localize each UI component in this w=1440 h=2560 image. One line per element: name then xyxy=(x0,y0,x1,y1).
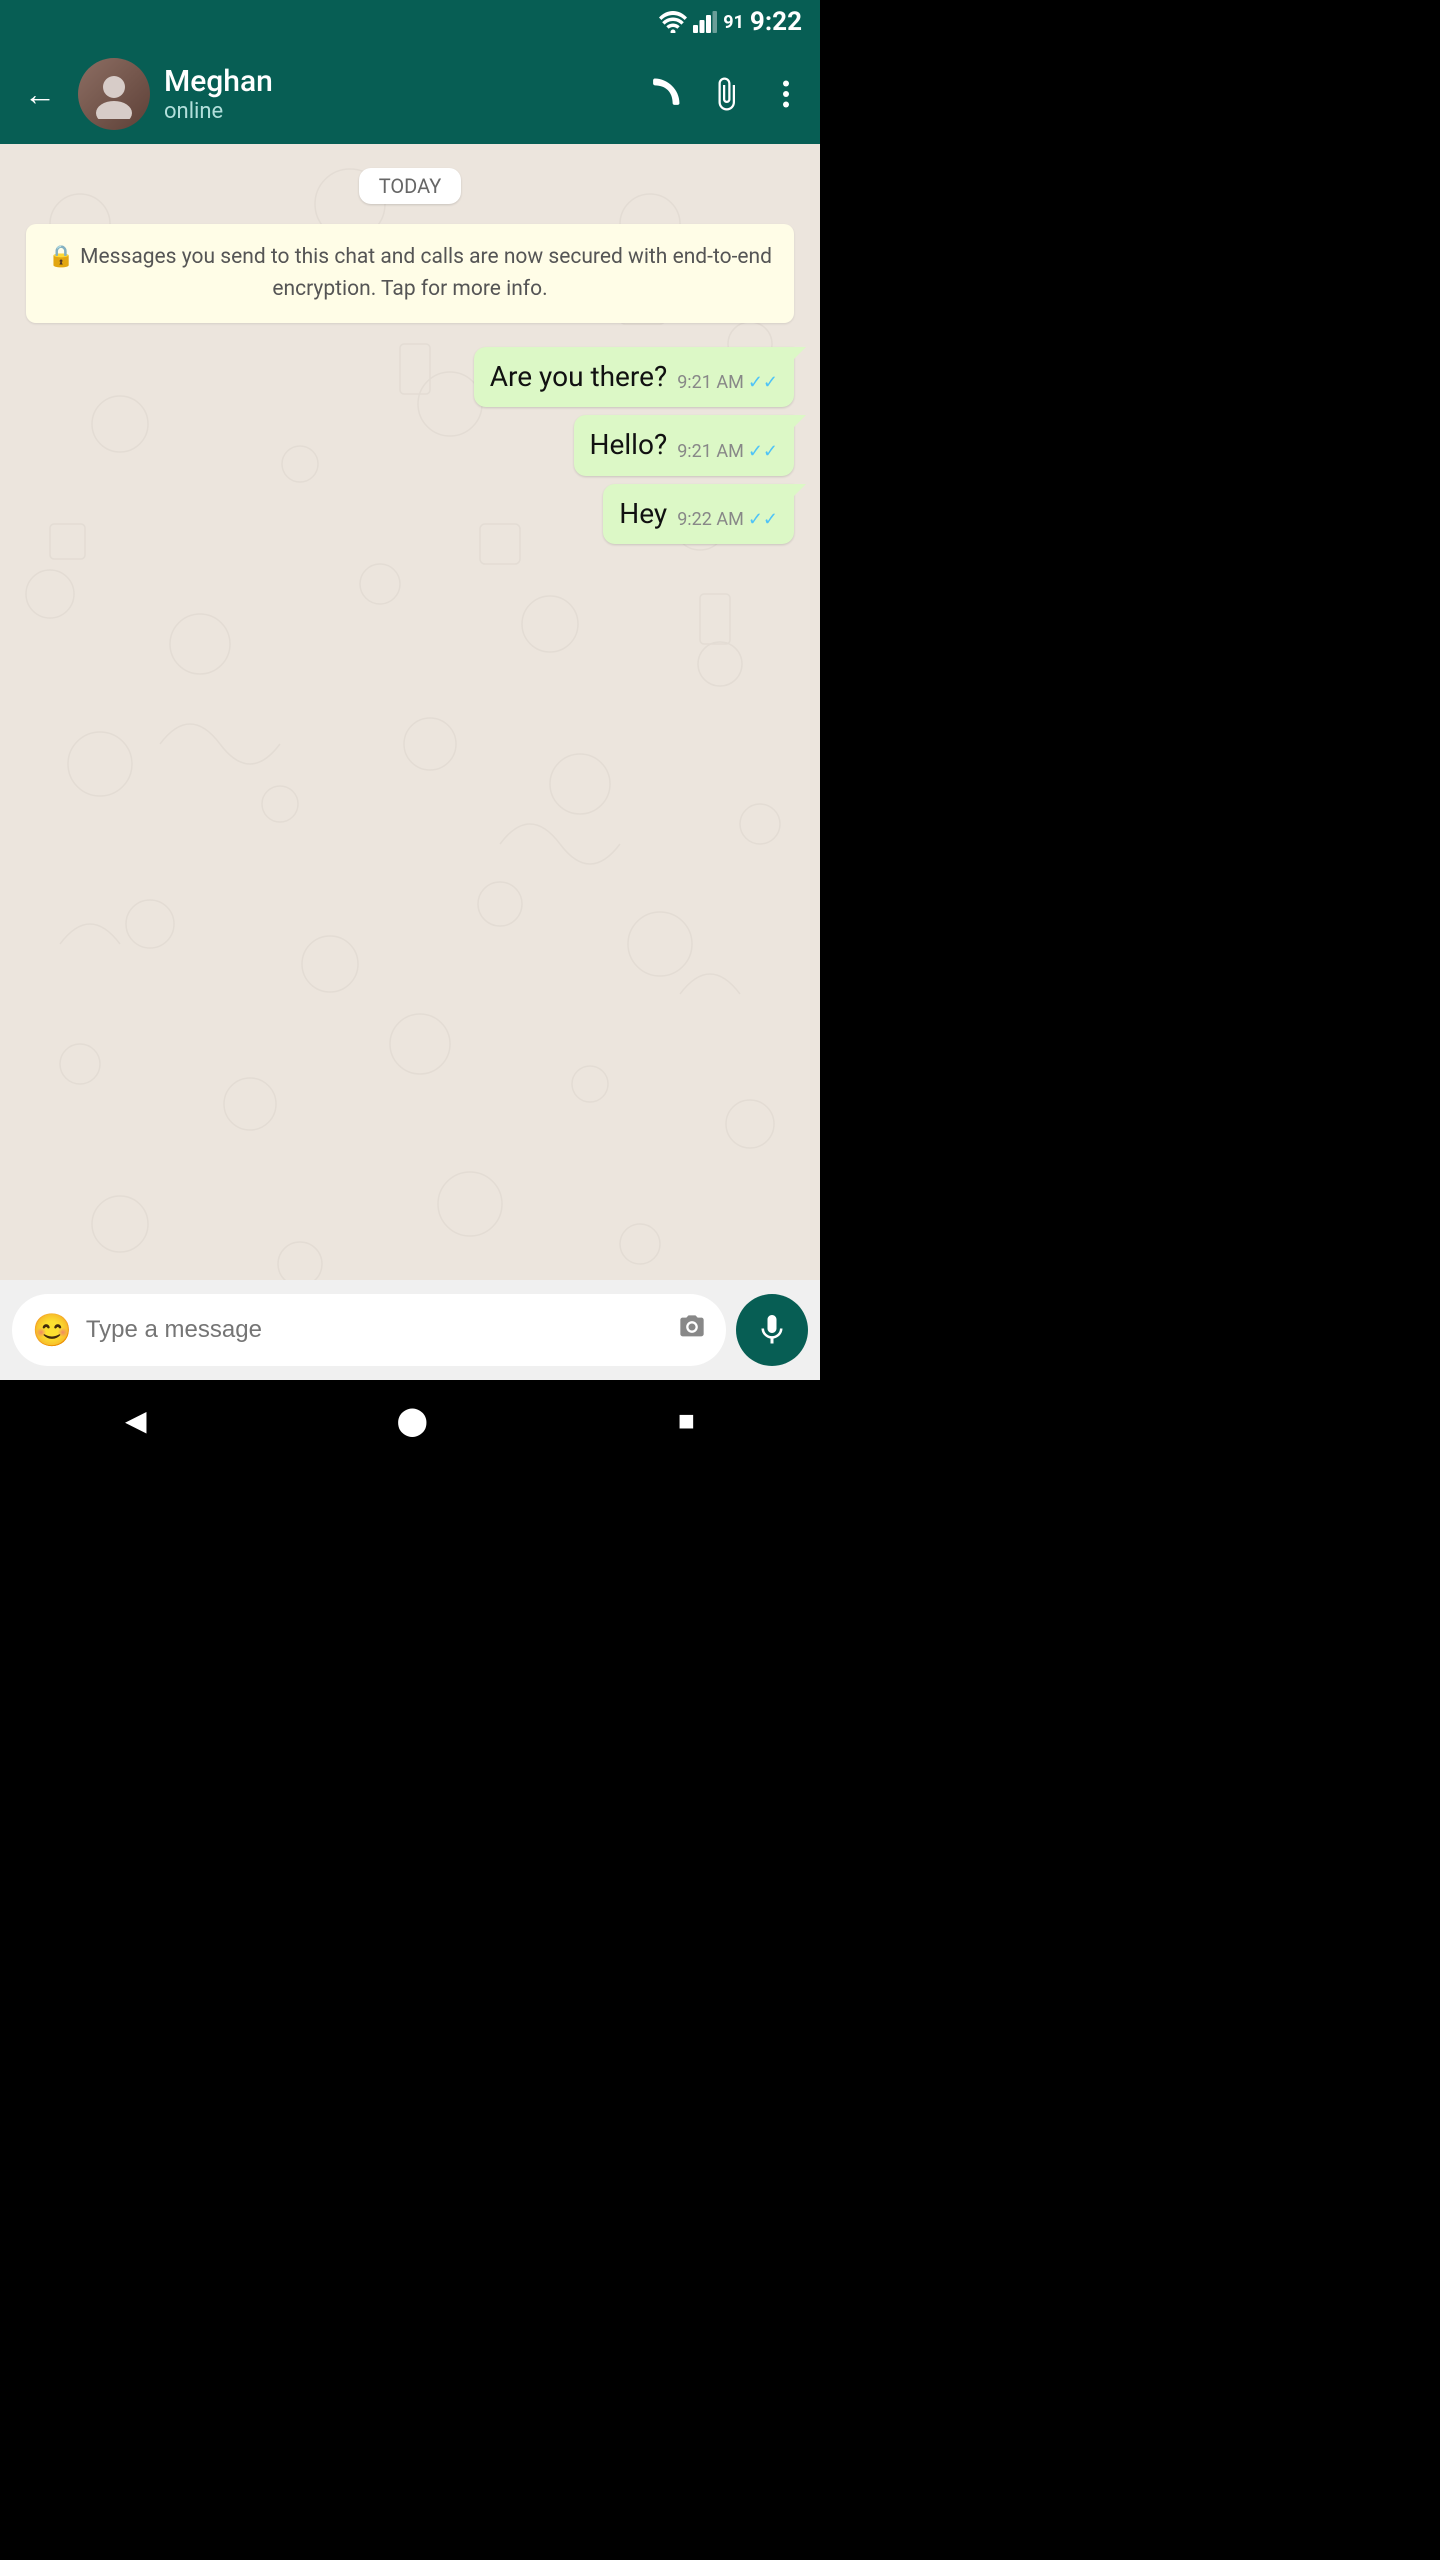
message-bubble-1[interactable]: Are you there? 9:21 AM ✓✓ xyxy=(474,347,794,407)
message-text-2: Hello? xyxy=(590,427,668,463)
message-time-2: 9:21 AM xyxy=(677,441,744,462)
message-time-1: 9:21 AM xyxy=(677,372,744,393)
message-bubble-3[interactable]: Hey 9:22 AM ✓✓ xyxy=(603,484,794,544)
bottom-navigation: ◀ ⬤ ■ xyxy=(0,1380,820,1460)
input-bar: 😊 xyxy=(0,1280,820,1380)
messages-container: Are you there? 9:21 AM ✓✓ Hello? 9:21 AM… xyxy=(16,347,804,544)
contact-name: Meghan xyxy=(164,64,634,99)
chat-header: ← Meghan online xyxy=(0,44,820,144)
message-status-1: ✓✓ xyxy=(748,372,778,393)
security-notice-text: Messages you send to this chat and calls… xyxy=(80,245,772,301)
nav-home-button[interactable]: ⬤ xyxy=(397,1404,428,1437)
status-bar: 91 9:22 xyxy=(0,0,820,44)
back-button[interactable]: ← xyxy=(16,67,64,121)
emoji-button[interactable]: 😊 xyxy=(32,1311,72,1349)
message-text-3: Hey xyxy=(619,496,667,532)
message-meta-3: 9:22 AM ✓✓ xyxy=(677,509,778,530)
camera-button[interactable] xyxy=(678,1313,706,1348)
message-status-2: ✓✓ xyxy=(748,441,778,462)
mic-icon xyxy=(754,1312,790,1348)
contact-status: online xyxy=(164,99,634,124)
battery-icon: 91 xyxy=(723,12,744,33)
date-badge: TODAY xyxy=(359,168,461,204)
security-notice[interactable]: 🔒Messages you send to this chat and call… xyxy=(26,224,794,323)
message-bubble-2[interactable]: Hello? 9:21 AM ✓✓ xyxy=(574,415,794,475)
message-text-1: Are you there? xyxy=(490,359,667,395)
mic-button[interactable] xyxy=(736,1294,808,1366)
attach-icon[interactable] xyxy=(708,76,744,112)
status-bar-time: 9:22 xyxy=(750,7,802,37)
wifi-icon xyxy=(659,11,687,33)
message-status-3: ✓✓ xyxy=(748,509,778,530)
message-row: Are you there? 9:21 AM ✓✓ xyxy=(26,347,794,407)
message-input-field[interactable]: 😊 xyxy=(12,1294,726,1366)
message-meta-1: 9:21 AM ✓✓ xyxy=(677,372,778,393)
phone-icon[interactable] xyxy=(648,76,684,112)
chat-area: TODAY 🔒Messages you send to this chat an… xyxy=(0,144,820,1304)
status-icons: 91 9:22 xyxy=(659,7,802,37)
nav-back-button[interactable]: ◀ xyxy=(125,1404,147,1437)
contact-info[interactable]: Meghan online xyxy=(164,64,634,124)
message-meta-2: 9:21 AM ✓✓ xyxy=(677,441,778,462)
nav-recent-button[interactable]: ■ xyxy=(678,1404,695,1437)
message-row: Hello? 9:21 AM ✓✓ xyxy=(26,415,794,475)
signal-icon xyxy=(693,11,717,33)
header-actions xyxy=(648,76,804,112)
message-time-3: 9:22 AM xyxy=(677,509,744,530)
message-input[interactable] xyxy=(86,1316,664,1344)
lock-icon: 🔒 xyxy=(48,245,74,269)
contact-avatar[interactable] xyxy=(78,58,150,130)
chat-content: TODAY 🔒Messages you send to this chat an… xyxy=(0,144,820,560)
message-row: Hey 9:22 AM ✓✓ xyxy=(26,484,794,544)
more-options-icon[interactable] xyxy=(768,76,804,112)
